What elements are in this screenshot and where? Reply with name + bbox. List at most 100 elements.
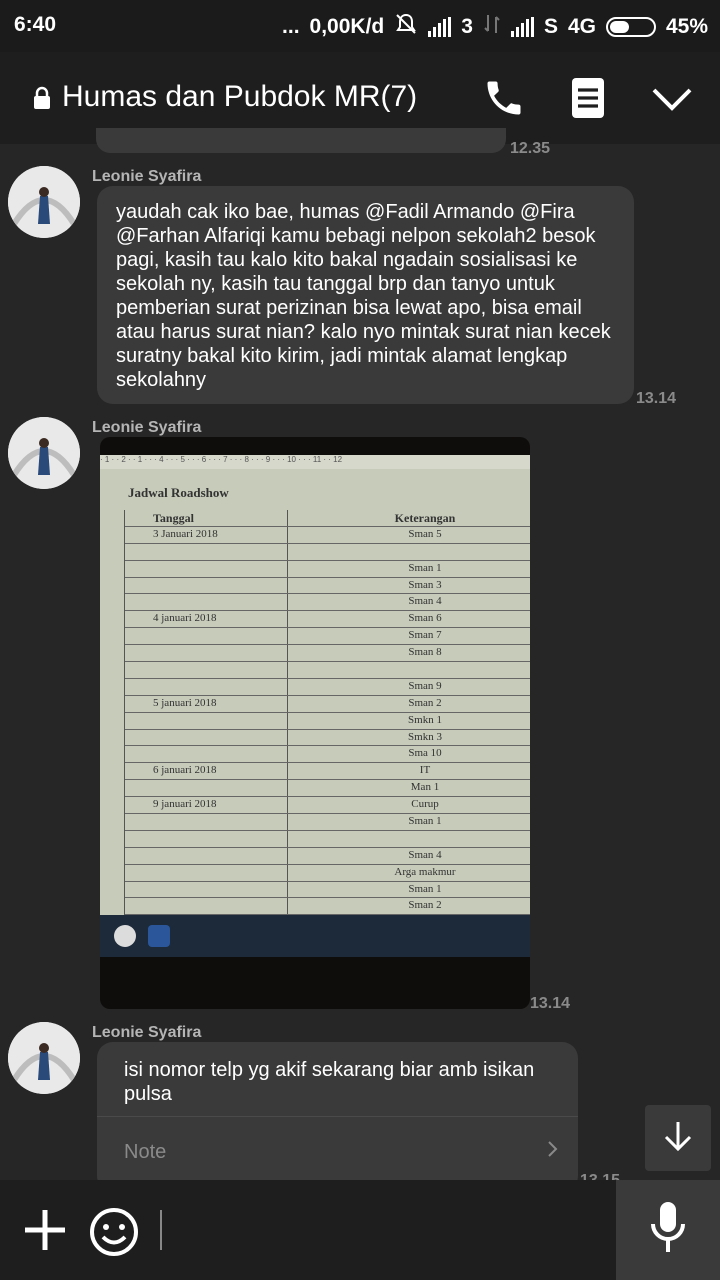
table-cell-date: 3 Januari 2018 [153,527,218,540]
table-row: 4 januari 2018 Sman 6 [125,611,530,629]
sender-name: Leonie Syafira [92,168,202,185]
table-cell-date: 5 januari 2018 [153,696,217,709]
status-time: 6:40 [14,13,57,36]
table-cell-description: Sman 6 [408,612,442,625]
lock-icon [32,86,52,115]
table-cell-description: Sman 5 [408,527,442,540]
signal-icon-1 [428,17,452,37]
word-icon [148,925,170,947]
table-cell-description: Sma 10 [408,747,442,760]
battery-percent: 45% [665,15,708,38]
table-row [125,830,530,848]
table-row [125,662,530,679]
table-cell-description: Sman 3 [408,578,442,591]
photo-taskbar [100,915,530,957]
message-input-bar [0,1180,720,1280]
data-transfer-icon [483,13,501,41]
table-row: Sman 8 [125,645,530,663]
table-row: 6 januari 2018 IT [125,763,530,781]
table-row: Arga makmur [125,864,530,882]
network-speed: 0,00K/d [309,15,385,38]
document-title: Jadwal Roadshow [128,485,229,500]
table-row: Smkn 3 [125,729,530,747]
table-row: Sman 9 [125,678,530,696]
message-text: yaudah cak iko bae, humas @Fadil Armando… [116,201,611,391]
table-row: 9 januari 2018 Curup [125,797,530,815]
mute-icon [394,12,418,42]
table-row: Sman 3 [125,577,530,595]
message-time: 13.14 [530,995,571,1012]
table-row: Sman 4 [125,594,530,612]
status-bar: 6:40 ... 0,00K/d 3 S 4G 45% [0,0,720,52]
message-bubble[interactable]: yaudah cak iko bae, humas @Fadil Armando… [97,186,634,404]
note-bubble[interactable]: isi nomor telp yg akif sekarang biar amb… [97,1042,578,1192]
table-cell-description: Sman 4 [408,595,442,608]
table-cell-date: 9 januari 2018 [153,798,217,811]
table-cell-description: Arga makmur [394,865,456,878]
table-row: Smkn 1 [125,712,530,730]
plus-icon[interactable] [22,1207,68,1258]
table-row [125,543,530,561]
avatar[interactable] [8,166,80,238]
microphone-icon [648,1200,688,1261]
battery-icon [605,17,656,37]
schedule-table: Tanggal Keterangan 3 Januari 2018 Sman 5 S… [124,510,530,916]
status-right: ... 0,00K/d 3 S 4G 45% [282,12,708,42]
phone-icon[interactable] [482,76,526,125]
chevron-down-icon[interactable] [650,84,694,119]
table-cell-description: Sman 1 [408,882,442,895]
table-row: 3 Januari 2018 Sman 5 [125,526,530,544]
table-header-tanggal: Tanggal [153,511,194,525]
message-time: 13.14 [636,390,677,407]
notes-icon[interactable] [570,76,606,125]
chat-title[interactable]: Humas dan Pubdok MR(7) [62,80,417,114]
sender-name: Leonie Syafira [92,419,202,436]
table-cell-description: Sman 2 [408,899,442,912]
emoji-icon[interactable] [88,1206,140,1263]
table-cell-description: IT [419,764,431,777]
message-input[interactable] [160,1210,162,1250]
table-row: Sman 1 [125,560,530,578]
table-cell-description: Curup [411,798,439,811]
microphone-button[interactable] [616,1180,720,1280]
table-cell-date: 6 januari 2018 [153,764,217,777]
note-divider [97,1116,578,1117]
more-dots: ... [282,15,300,38]
table-cell-description: Sman 9 [408,679,442,692]
table-header-keterangan: Keterangan [394,511,456,525]
scroll-to-bottom-button[interactable] [645,1105,711,1171]
sender-name: Leonie Syafira [92,1024,202,1041]
table-row: 5 januari 2018 Sman 2 [125,695,530,713]
sim2-label: S [543,15,558,38]
table-row: Sman 7 [125,628,530,646]
avatar[interactable] [8,417,80,489]
image-message[interactable]: · 1 · · 2 · · 1 · · · 4 · · · 5 · · · 6 … [100,437,530,1009]
browser-icon [114,925,136,947]
table-cell-description: Sman 8 [408,646,442,659]
table-cell-date: 4 januari 2018 [153,612,217,625]
table-row: Sman 4 [125,847,530,865]
table-row: Man 1 [125,780,530,798]
message-time: 12.35 [510,140,551,157]
table-row: Sman 1 [125,881,530,899]
table-cell-description: Man 1 [410,781,440,794]
table-row: Sman 2 [125,898,530,916]
sim1-label: 3 [461,15,473,38]
table-cell-description: Sman 1 [408,815,442,828]
document-ruler: · 1 · · 2 · · 1 · · · 4 · · · 5 · · · 6 … [100,455,530,469]
note-label[interactable]: Note [124,1140,166,1164]
note-text: isi nomor telp yg akif sekarang biar amb… [124,1059,535,1105]
avatar[interactable] [8,1022,80,1094]
table-header-row: Tanggal Keterangan [125,510,530,527]
signal-icon-2 [510,17,534,37]
previous-message-bubble[interactable] [96,128,506,153]
table-cell-description: Sman 4 [408,848,442,861]
table-cell-description: Sman 2 [408,696,442,709]
table-cell-description: Smkn 1 [408,713,442,726]
chevron-right-icon[interactable] [547,1140,559,1164]
photo-document: · 1 · · 2 · · 1 · · · 4 · · · 5 · · · 6 … [100,455,530,955]
table-cell-description: Sman 1 [408,561,442,574]
table-cell-description: Smkn 3 [408,730,442,743]
table-row: Sma 10 [125,746,530,764]
table-cell-description: Sman 7 [408,629,442,642]
